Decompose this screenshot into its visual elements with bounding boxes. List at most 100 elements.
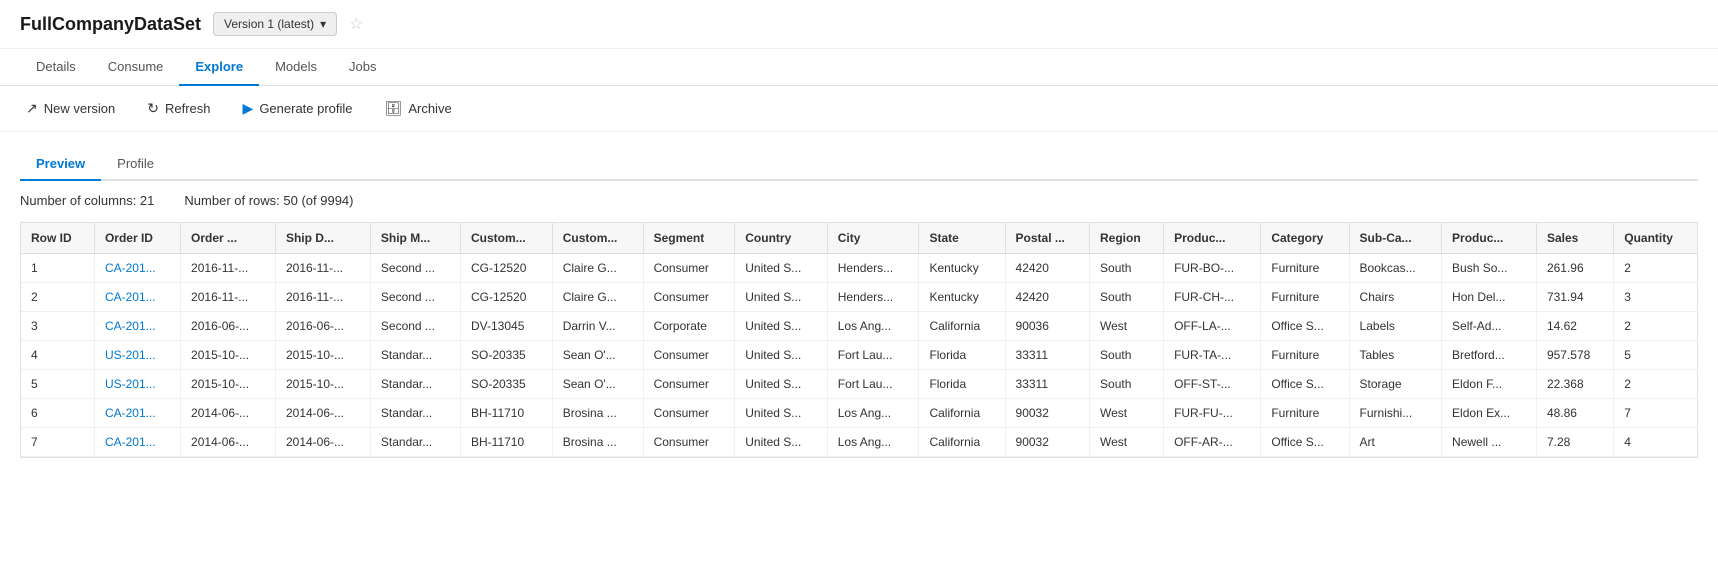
col-sub-category: Sub-Ca... — [1349, 223, 1442, 254]
refresh-button[interactable]: ↻ Refresh — [141, 96, 216, 121]
cell: Brosina ... — [552, 428, 643, 457]
version-dropdown[interactable]: Version 1 (latest) ▾ — [213, 12, 337, 36]
cell: Bretford... — [1442, 341, 1537, 370]
cell: Brosina ... — [552, 399, 643, 428]
cell: Sean O'... — [552, 341, 643, 370]
cell: 957.578 — [1536, 341, 1613, 370]
data-table-container[interactable]: Row ID Order ID Order ... Ship D... Ship… — [20, 222, 1698, 458]
cell: Second ... — [370, 283, 460, 312]
cell: DV-13045 — [461, 312, 553, 341]
cell: Florida — [919, 370, 1005, 399]
cell: 2016-11-... — [275, 283, 370, 312]
cell: Labels — [1349, 312, 1442, 341]
cell: California — [919, 399, 1005, 428]
cell: California — [919, 428, 1005, 457]
table-row: 1 CA-201... 2016-11-... 2016-11-... Seco… — [21, 254, 1697, 283]
col-sales: Sales — [1536, 223, 1613, 254]
generate-profile-button[interactable]: ▶ Generate profile — [237, 96, 359, 121]
cell: Chairs — [1349, 283, 1442, 312]
columns-count: Number of columns: 21 — [20, 193, 154, 208]
cell: 14.62 — [1536, 312, 1613, 341]
tab-consume[interactable]: Consume — [92, 49, 180, 86]
tab-details[interactable]: Details — [20, 49, 92, 86]
cell: 2014-06-... — [275, 428, 370, 457]
cell: CA-201... — [94, 254, 180, 283]
cell: United S... — [735, 370, 828, 399]
play-icon: ▶ — [243, 100, 254, 117]
cell: SO-20335 — [461, 370, 553, 399]
subtabs: Preview Profile — [20, 148, 1698, 181]
cell: Darrin V... — [552, 312, 643, 341]
cell: 33311 — [1005, 370, 1089, 399]
cell: California — [919, 312, 1005, 341]
cell: US-201... — [94, 370, 180, 399]
archive-icon: 🗄 — [385, 100, 403, 117]
cell: Claire G... — [552, 254, 643, 283]
cell: 42420 — [1005, 283, 1089, 312]
cell: CA-201... — [94, 283, 180, 312]
cell: 2 — [21, 283, 94, 312]
nav-tabs: Details Consume Explore Models Jobs — [0, 49, 1718, 86]
rows-count: Number of rows: 50 (of 9994) — [184, 193, 353, 208]
cell: United S... — [735, 428, 828, 457]
tab-models[interactable]: Models — [259, 49, 333, 86]
cell: United S... — [735, 312, 828, 341]
cell: CA-201... — [94, 428, 180, 457]
cell: 90032 — [1005, 428, 1089, 457]
col-ship-mode: Ship M... — [370, 223, 460, 254]
col-region: Region — [1090, 223, 1164, 254]
col-segment: Segment — [643, 223, 735, 254]
cell: Art — [1349, 428, 1442, 457]
subtab-preview[interactable]: Preview — [20, 148, 101, 181]
new-version-button[interactable]: ↗ New version — [20, 96, 121, 121]
cell: US-201... — [94, 341, 180, 370]
cell: Eldon Ex... — [1442, 399, 1537, 428]
table-row: 3 CA-201... 2016-06-... 2016-06-... Seco… — [21, 312, 1697, 341]
cell: 90032 — [1005, 399, 1089, 428]
cell: 90036 — [1005, 312, 1089, 341]
table-row: 6 CA-201... 2014-06-... 2014-06-... Stan… — [21, 399, 1697, 428]
cell: South — [1090, 370, 1164, 399]
cell: Henders... — [827, 254, 919, 283]
subtab-profile[interactable]: Profile — [101, 148, 170, 181]
cell: South — [1090, 283, 1164, 312]
cell: Office S... — [1261, 428, 1349, 457]
col-category: Category — [1261, 223, 1349, 254]
cell: Bush So... — [1442, 254, 1537, 283]
cell: 7 — [21, 428, 94, 457]
cell: 5 — [21, 370, 94, 399]
cell: Standar... — [370, 341, 460, 370]
cell: United S... — [735, 254, 828, 283]
cell: South — [1090, 254, 1164, 283]
tab-explore[interactable]: Explore — [179, 49, 259, 86]
col-row-id: Row ID — [21, 223, 94, 254]
cell: United S... — [735, 341, 828, 370]
page-title: FullCompanyDataSet — [20, 14, 201, 35]
cell: 42420 — [1005, 254, 1089, 283]
cell: South — [1090, 341, 1164, 370]
tab-jobs[interactable]: Jobs — [333, 49, 392, 86]
cell: Kentucky — [919, 254, 1005, 283]
col-product-id: Produc... — [1164, 223, 1261, 254]
cell: 2016-11-... — [181, 283, 276, 312]
col-ship-date: Ship D... — [275, 223, 370, 254]
cell: 2015-10-... — [181, 370, 276, 399]
cell: Henders... — [827, 283, 919, 312]
cell: 4 — [1614, 428, 1697, 457]
cell: Furniture — [1261, 341, 1349, 370]
cell: Consumer — [643, 399, 735, 428]
cell: Kentucky — [919, 283, 1005, 312]
cell: Furniture — [1261, 399, 1349, 428]
cell: Hon Del... — [1442, 283, 1537, 312]
cell: Fort Lau... — [827, 341, 919, 370]
table-header-row: Row ID Order ID Order ... Ship D... Ship… — [21, 223, 1697, 254]
cell: Office S... — [1261, 312, 1349, 341]
cell: Los Ang... — [827, 399, 919, 428]
generate-profile-label: Generate profile — [259, 101, 352, 116]
cell: 2016-11-... — [181, 254, 276, 283]
archive-button[interactable]: 🗄 Archive — [379, 96, 458, 121]
cell: 7 — [1614, 399, 1697, 428]
cell: Corporate — [643, 312, 735, 341]
cell: FUR-BO-... — [1164, 254, 1261, 283]
favorite-icon[interactable]: ☆ — [349, 14, 363, 34]
